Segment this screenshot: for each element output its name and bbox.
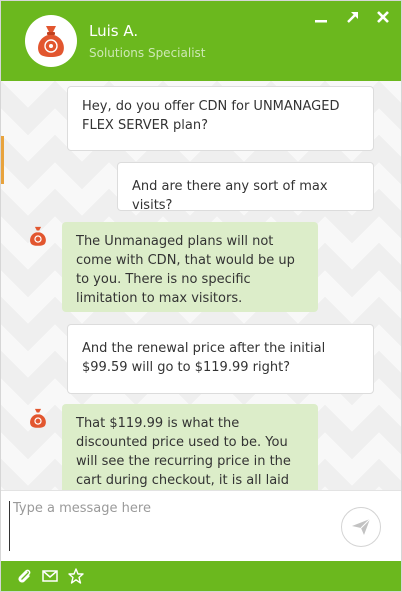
message-input[interactable] — [9, 501, 329, 551]
agent-title: Solutions Specialist — [89, 46, 206, 60]
close-icon — [377, 11, 389, 23]
email-icon — [42, 570, 58, 582]
money-bag-icon — [38, 26, 64, 57]
popout-icon — [347, 12, 358, 23]
money-bag-icon — [30, 226, 46, 246]
money-bag-icon — [30, 408, 46, 428]
chat-header: Luis A. Solutions Specialist — [1, 1, 401, 81]
agent-mini-avatar — [25, 223, 51, 249]
send-button[interactable] — [341, 507, 381, 547]
rate-button[interactable] — [67, 567, 85, 585]
minimize-button[interactable] — [311, 7, 331, 27]
visitor-message: And the renewal price after the initial … — [67, 324, 374, 394]
composer — [1, 490, 401, 561]
agent-mini-avatar — [25, 405, 51, 431]
agent-name: Luis A. — [89, 22, 139, 40]
chat-widget: Luis A. Solutions Specialist Hey, do you… — [0, 0, 402, 592]
agent-avatar — [25, 15, 77, 67]
email-button[interactable] — [41, 567, 59, 585]
popout-button[interactable] — [343, 7, 363, 27]
minimize-icon — [315, 20, 327, 23]
star-icon — [68, 568, 84, 584]
close-button[interactable] — [373, 7, 393, 27]
message-list[interactable]: Hey, do you offer CDN for UNMANAGED FLEX… — [1, 81, 401, 490]
scroll-indicator — [1, 136, 4, 184]
visitor-message: And are there any sort of max visits? — [117, 162, 374, 213]
attachment-icon — [18, 569, 31, 583]
agent-message: That $119.99 is what the discounted pric… — [62, 404, 318, 490]
visitor-message: Hey, do you offer CDN for UNMANAGED FLEX… — [67, 86, 374, 151]
chat-footer — [1, 561, 401, 591]
send-icon — [352, 518, 371, 535]
agent-message: The Unmanaged plans will not come with C… — [62, 222, 318, 312]
attachment-button[interactable] — [15, 567, 33, 585]
